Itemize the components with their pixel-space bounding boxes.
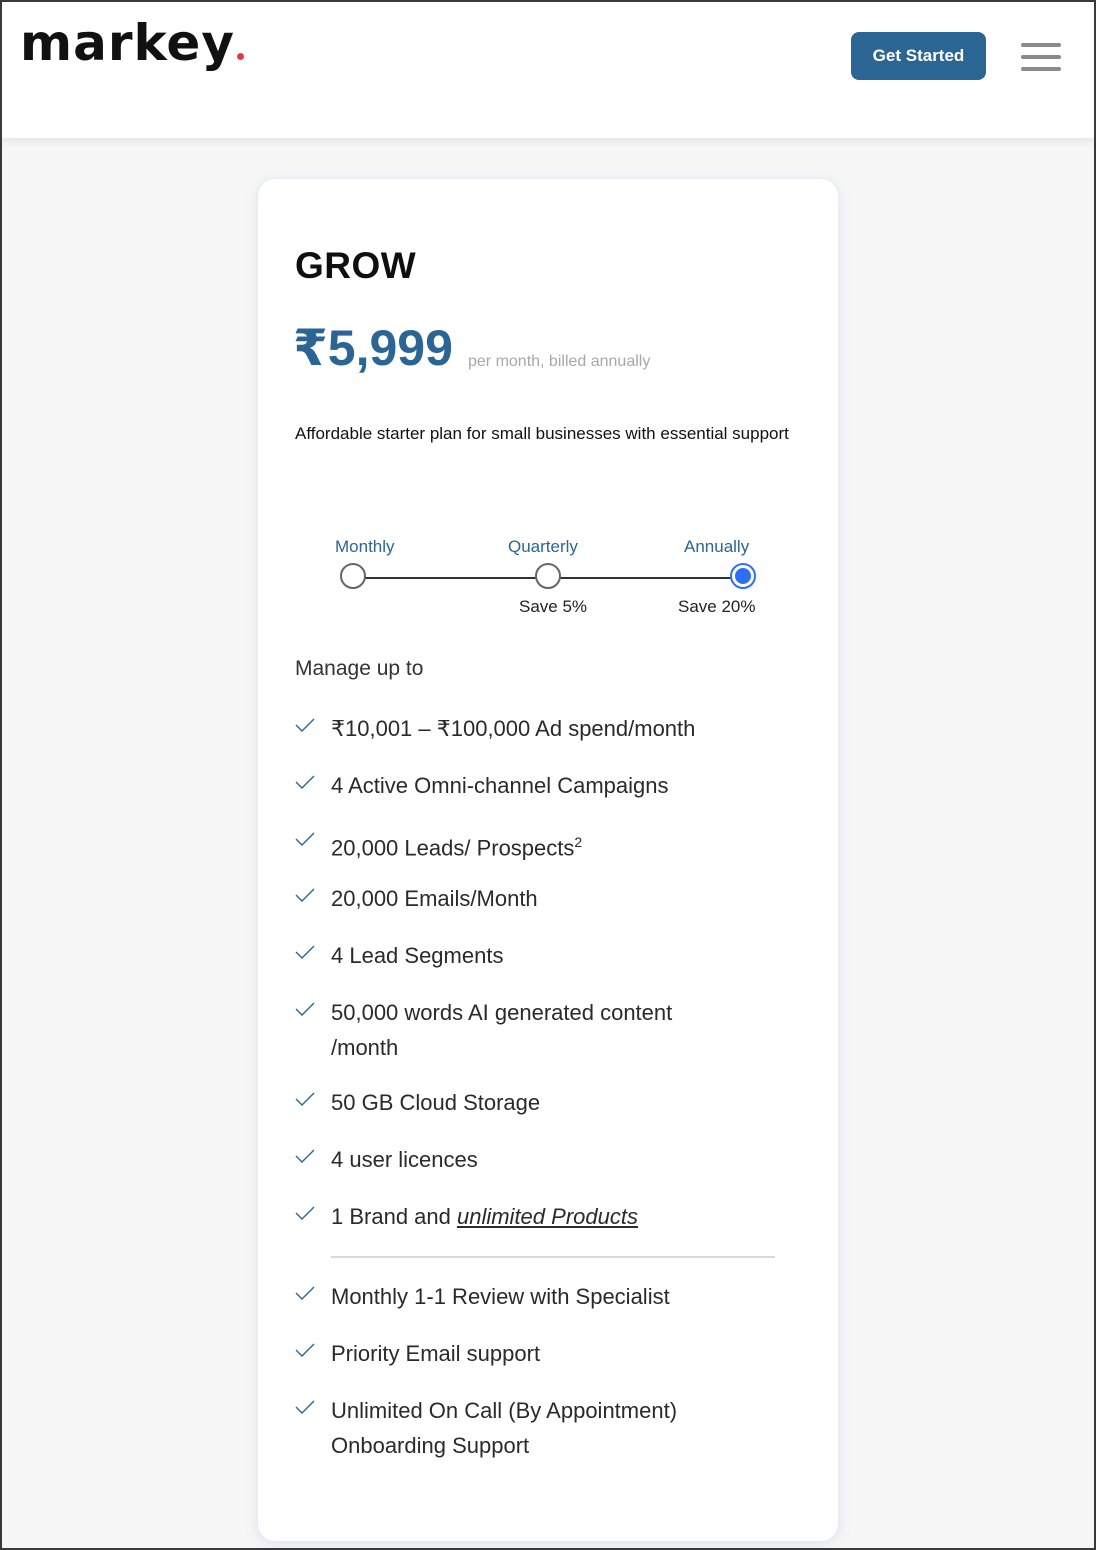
checkmark-icon bbox=[295, 945, 315, 959]
save-label-quarterly: Save 5% bbox=[519, 597, 588, 616]
billing-period-selector: Monthly Quarterly Annually Save 5% Save … bbox=[258, 534, 838, 624]
save-label-annually: Save 20% bbox=[678, 597, 756, 616]
footnote-marker: 2 bbox=[574, 834, 583, 850]
billing-label-monthly[interactable]: Monthly bbox=[335, 537, 395, 557]
billing-label-annually[interactable]: Annually bbox=[684, 537, 749, 557]
feature-text-main: 1 Brand and bbox=[331, 1204, 457, 1229]
feature-text: 4 Lead Segments bbox=[331, 943, 504, 968]
price-note: per month, billed annually bbox=[468, 353, 651, 370]
menu-bar bbox=[1021, 67, 1061, 71]
feature-text: ₹10,001 – ₹100,000 Ad spend/month bbox=[331, 716, 696, 741]
plan-description: Affordable starter plan for small busine… bbox=[295, 424, 789, 443]
radio-annually[interactable] bbox=[730, 563, 756, 589]
logo-text: markey bbox=[20, 14, 235, 72]
unlimited-products-link[interactable]: unlimited Products bbox=[457, 1204, 638, 1229]
support-text: Unlimited On Call (By Appointment) Onboa… bbox=[331, 1398, 678, 1458]
plan-price: ₹5,999 bbox=[293, 320, 453, 376]
checkmark-icon bbox=[295, 1002, 315, 1016]
feature-text: 20,000 Leads/ Prospects2 bbox=[331, 825, 771, 865]
support-text: Priority Email support bbox=[331, 1341, 541, 1366]
radio-monthly[interactable] bbox=[340, 563, 366, 589]
site-header: markey Get Started bbox=[2, 2, 1094, 138]
checkmark-icon bbox=[295, 1206, 315, 1220]
checkmark-icon bbox=[295, 1286, 315, 1300]
checkmark-icon bbox=[295, 888, 315, 902]
feature-text: 50,000 words AI generated content /month bbox=[331, 1000, 673, 1060]
checkmark-icon bbox=[295, 1400, 315, 1414]
menu-bar bbox=[1021, 55, 1061, 59]
checkmark-icon bbox=[295, 718, 315, 732]
billing-label-quarterly[interactable]: Quarterly bbox=[508, 537, 578, 557]
feature-text: 1 Brand and unlimited Products bbox=[331, 1199, 771, 1234]
checkmark-icon bbox=[295, 1092, 315, 1106]
features-heading: Manage up to bbox=[295, 657, 424, 680]
hamburger-menu-icon[interactable] bbox=[1021, 43, 1061, 71]
feature-text: 4 user licences bbox=[331, 1147, 478, 1172]
markey-logo[interactable]: markey bbox=[20, 18, 244, 68]
feature-divider bbox=[331, 1256, 775, 1258]
plan-title: GROW bbox=[295, 245, 417, 286]
get-started-button[interactable]: Get Started bbox=[851, 32, 986, 80]
logo-dot bbox=[236, 53, 244, 60]
support-text: Monthly 1-1 Review with Specialist bbox=[331, 1284, 670, 1309]
feature-text-main: 20,000 Leads/ Prospects bbox=[331, 835, 575, 861]
checkmark-icon bbox=[295, 1149, 315, 1163]
feature-text: 50 GB Cloud Storage bbox=[331, 1090, 541, 1115]
page-frame: markey Get Started GROW ₹5,999 per month… bbox=[0, 0, 1096, 1550]
feature-text: 20,000 Emails/Month bbox=[331, 886, 538, 911]
feature-text: 4 Active Omni-channel Campaigns bbox=[331, 773, 669, 798]
menu-bar bbox=[1021, 43, 1061, 47]
checkmark-icon bbox=[295, 775, 315, 789]
checkmark-icon bbox=[295, 832, 315, 846]
checkmark-icon bbox=[295, 1343, 315, 1357]
pricing-card-grow: GROW ₹5,999 per month, billed annually A… bbox=[257, 178, 839, 1542]
radio-quarterly[interactable] bbox=[535, 563, 561, 589]
